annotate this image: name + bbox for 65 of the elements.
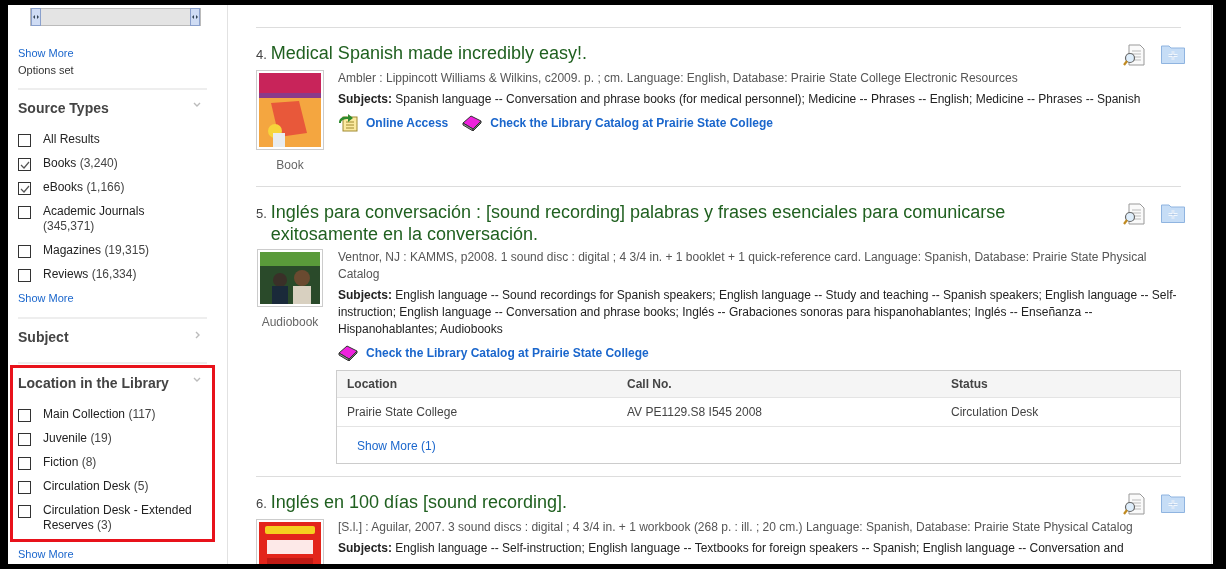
facet-title[interactable]: Location in the Library bbox=[18, 372, 169, 394]
result-title[interactable]: Medical Spanish made incredibly easy!. bbox=[270, 42, 587, 64]
facet-option-label[interactable]: Circulation Desk (5) bbox=[43, 478, 149, 494]
facet-option-label[interactable]: eBooks (1,166) bbox=[43, 180, 125, 195]
preview-icon[interactable] bbox=[1123, 203, 1145, 225]
catalog-link[interactable]: Check the Library Catalog at Prairie State College bbox=[490, 114, 774, 132]
result-title[interactable]: Inglés en 100 días [sound recording]. bbox=[270, 491, 568, 513]
range-slider[interactable] bbox=[30, 8, 201, 26]
facet-title[interactable]: Source Types bbox=[18, 98, 109, 119]
table-cell-text: Circulation Desk bbox=[951, 404, 1040, 421]
result-number: 6. bbox=[256, 495, 267, 513]
checkbox[interactable] bbox=[18, 432, 31, 446]
facet-option-label[interactable]: All Results bbox=[43, 132, 100, 147]
checkbox[interactable] bbox=[18, 269, 31, 282]
show-more-link[interactable]: Show More (1) bbox=[357, 439, 436, 453]
checkbox[interactable] bbox=[18, 182, 31, 195]
show-more-link[interactable]: Show More bbox=[18, 45, 207, 62]
table-cell-text: Prairie State College bbox=[347, 404, 459, 421]
facet-option-label[interactable]: Main Collection (117) bbox=[43, 406, 156, 422]
checkbox[interactable] bbox=[18, 158, 31, 171]
subjects-text: Subjects: Spanish language -- Conversation and phrase books (for medical personnel); Medicine -- Phrases -- English; Medicine -- Phrases -- Spanish bbox=[338, 91, 1142, 108]
format-label: Book bbox=[276, 157, 304, 174]
document-arrow-icon bbox=[338, 114, 358, 132]
facet-option-label[interactable]: Academic Journals (345,371) bbox=[43, 204, 199, 234]
show-more-link[interactable]: Show More bbox=[18, 545, 207, 562]
format-label: Audiobook bbox=[261, 314, 319, 331]
facet-option-label[interactable]: Magazines (19,315) bbox=[43, 243, 150, 258]
result-details: Ventnor, NJ : KAMMS, p2008. 1 sound disc : digital ; 4 3/4 in. + 1 booklet + 1 quick-reference card. Language: Spanish, Database: Prairie State Physical Catalog bbox=[338, 249, 1148, 283]
checkbox[interactable] bbox=[18, 134, 31, 147]
facet-option-label[interactable]: Fiction (8) bbox=[43, 454, 97, 470]
checkbox[interactable] bbox=[18, 245, 31, 258]
result-details: Ambler : Lippincott Williams & Wilkins, c2009. p. ; cm. Language: English, Database: Prairie State College Electronic Resources bbox=[338, 70, 1019, 87]
checkbox[interactable] bbox=[18, 206, 31, 219]
checkbox[interactable] bbox=[18, 480, 31, 494]
preview-icon[interactable] bbox=[1123, 493, 1145, 515]
column-header: Location bbox=[347, 376, 398, 393]
result-number: 4. bbox=[256, 46, 267, 64]
catalog-link[interactable]: Check the Library Catalog at Prairie State College bbox=[366, 344, 649, 362]
slider-handle[interactable] bbox=[190, 8, 200, 26]
facet-option-label[interactable]: Circulation Desk - Extended Reserves (3) bbox=[43, 502, 199, 533]
checkbox[interactable] bbox=[18, 408, 31, 422]
result-details: [S.l.] : Aguilar, 2007. 3 sound discs : digital ; 4 3/4 in. + 1 workbook (268 p. : ill. ; 20 cm.) Language: Spanish, Database: Prairie State Physical Catalog bbox=[338, 519, 1134, 536]
column-header: Call No. bbox=[627, 376, 673, 393]
column-header: Status bbox=[951, 376, 989, 393]
add-folder-icon[interactable] bbox=[1161, 493, 1185, 513]
show-more-link[interactable]: Show More bbox=[18, 290, 207, 307]
options-note: Options set bbox=[18, 62, 75, 78]
facet-option-label[interactable]: Books (3,240) bbox=[43, 156, 118, 171]
facet-title[interactable]: Subject bbox=[18, 326, 69, 348]
checkbox[interactable] bbox=[18, 456, 31, 470]
result-title[interactable]: Inglés para conversación : [sound recording] palabras y frases esenciales para comunicarse exitosamente en la conversación. bbox=[270, 201, 1099, 245]
book-icon bbox=[462, 115, 483, 131]
catalog-link[interactable]: Online Access bbox=[366, 114, 449, 132]
add-folder-icon[interactable] bbox=[1161, 203, 1185, 223]
book-icon bbox=[338, 345, 358, 361]
checkbox[interactable] bbox=[18, 504, 31, 518]
slider-handle[interactable] bbox=[31, 8, 41, 26]
table-cell-text: AV PE1129.S8 I545 2008 bbox=[627, 404, 763, 421]
add-folder-icon[interactable] bbox=[1161, 44, 1185, 64]
subjects-text: Subjects: English language -- Sound recordings for Spanish speakers; English language -- Study and teaching -- Spanish speakers; English language -- Self-instruction; English language -- Conversation and phrase books; Inglés -- Grabaciones sonoras para hispanohablantes; Inglés -- Enseñanza -- Hispanohablantes; Audiobooks bbox=[338, 287, 1178, 338]
subjects-text: Subjects: English language -- Self-instruction; English language -- Textbooks for foreign speakers -- Spanish; English language -- Conversation and bbox=[338, 540, 1125, 557]
facet-option-label[interactable]: Juvenile (19) bbox=[43, 430, 112, 446]
facet-option-label[interactable]: Reviews (16,334) bbox=[43, 267, 137, 282]
result-number: 5. bbox=[256, 205, 267, 223]
preview-icon[interactable] bbox=[1123, 44, 1145, 66]
